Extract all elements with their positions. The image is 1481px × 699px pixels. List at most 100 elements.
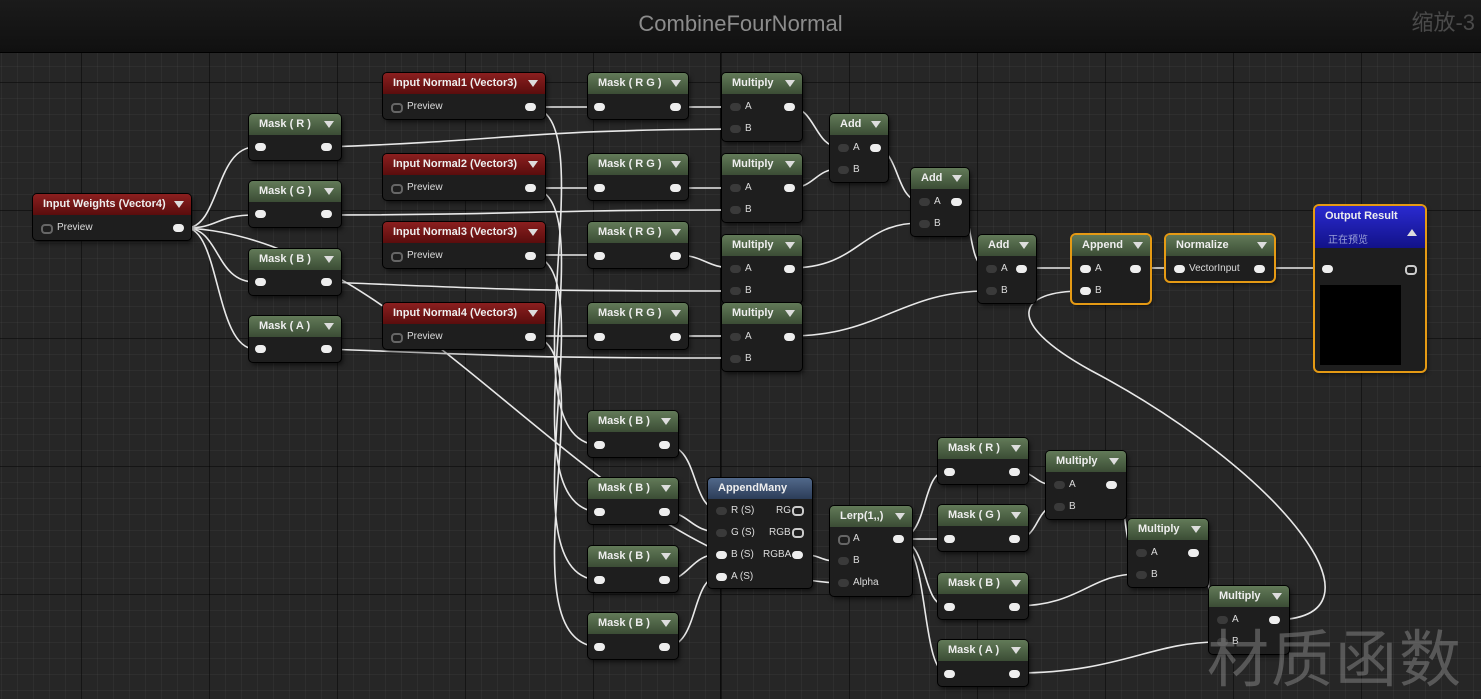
- input-pin-b[interactable]: [986, 287, 997, 295]
- collapse-arrow-icon[interactable]: [1011, 512, 1021, 519]
- collapse-arrow-icon[interactable]: [1191, 526, 1201, 533]
- output-pin[interactable]: [321, 210, 332, 218]
- collapse-arrow-icon[interactable]: [1011, 445, 1021, 452]
- output-pin[interactable]: [1405, 265, 1417, 275]
- input-pin[interactable]: [255, 143, 266, 151]
- mask-rg-node[interactable]: Mask ( R G ): [588, 303, 688, 349]
- add-node[interactable]: Add A B: [830, 114, 888, 182]
- collapse-arrow-icon[interactable]: [661, 620, 671, 627]
- input-pin-b[interactable]: [716, 551, 727, 559]
- collapse-arrow-icon[interactable]: [871, 121, 881, 128]
- input-normal2-node[interactable]: Input Normal2 (Vector3) Preview: [383, 154, 545, 200]
- mask-r-node[interactable]: Mask ( R ): [938, 438, 1028, 484]
- input-pin-a[interactable]: [838, 535, 850, 545]
- input-pin[interactable]: [255, 210, 266, 218]
- input-pin[interactable]: [944, 603, 955, 611]
- input-pin-b[interactable]: [730, 206, 741, 214]
- collapse-arrow-icon[interactable]: [895, 513, 905, 520]
- output-pin[interactable]: [525, 184, 536, 192]
- mask-b-node[interactable]: Mask ( B ): [938, 573, 1028, 619]
- output-pin[interactable]: [1254, 265, 1265, 273]
- collapse-arrow-icon[interactable]: [785, 242, 795, 249]
- output-pin-rgb[interactable]: [792, 528, 804, 538]
- mask-a-node[interactable]: Mask ( A ): [249, 316, 341, 362]
- mask-b-node[interactable]: Mask ( B ): [249, 249, 341, 295]
- multiply-node[interactable]: Multiply A B: [722, 303, 802, 371]
- input-pin[interactable]: [594, 643, 605, 651]
- input-pin-g[interactable]: [716, 529, 727, 537]
- input-pin-a[interactable]: [986, 265, 997, 273]
- input-pin[interactable]: [1174, 265, 1185, 273]
- output-pin[interactable]: [784, 184, 795, 192]
- collapse-arrow-icon[interactable]: [1011, 647, 1021, 654]
- input-pin[interactable]: [594, 184, 605, 192]
- mask-a-node[interactable]: Mask ( A ): [938, 640, 1028, 686]
- input-pin-b[interactable]: [1054, 503, 1065, 511]
- mask-b-node[interactable]: Mask ( B ): [588, 411, 678, 457]
- preview-toggle-pin[interactable]: [391, 103, 403, 113]
- collapse-arrow-icon[interactable]: [324, 188, 334, 195]
- output-pin-rg[interactable]: [792, 506, 804, 516]
- input-pin[interactable]: [594, 576, 605, 584]
- input-pin-a[interactable]: [1080, 265, 1091, 273]
- input-pin[interactable]: [255, 278, 266, 286]
- input-pin-a[interactable]: [716, 573, 727, 581]
- collapse-arrow-icon[interactable]: [785, 80, 795, 87]
- multiply-node[interactable]: Multiply A B: [1128, 519, 1208, 587]
- input-pin-a[interactable]: [730, 103, 741, 111]
- output-pin[interactable]: [893, 535, 904, 543]
- collapse-arrow-icon[interactable]: [324, 256, 334, 263]
- output-pin[interactable]: [1009, 603, 1020, 611]
- output-pin[interactable]: [321, 345, 332, 353]
- input-pin-b[interactable]: [919, 220, 930, 228]
- input-pin-b[interactable]: [1136, 571, 1147, 579]
- output-pin[interactable]: [659, 643, 670, 651]
- mask-rg-node[interactable]: Mask ( R G ): [588, 222, 688, 268]
- output-pin[interactable]: [670, 103, 681, 111]
- input-pin[interactable]: [944, 468, 955, 476]
- mask-b-node[interactable]: Mask ( B ): [588, 478, 678, 524]
- input-weights-node[interactable]: Input Weights (Vector4) Preview: [33, 194, 191, 240]
- output-pin[interactable]: [321, 278, 332, 286]
- mask-rg-node[interactable]: Mask ( R G ): [588, 73, 688, 119]
- add-node[interactable]: Add A B: [911, 168, 969, 236]
- collapse-arrow-icon[interactable]: [1257, 242, 1267, 249]
- output-pin[interactable]: [784, 265, 795, 273]
- collapse-arrow-icon[interactable]: [1407, 229, 1417, 236]
- input-pin-a[interactable]: [730, 265, 741, 273]
- input-pin-a[interactable]: [919, 198, 930, 206]
- mask-g-node[interactable]: Mask ( G ): [249, 181, 341, 227]
- input-pin-alpha[interactable]: [838, 579, 849, 587]
- input-pin-a[interactable]: [838, 144, 849, 152]
- mask-b-node[interactable]: Mask ( B ): [588, 546, 678, 592]
- input-pin[interactable]: [594, 252, 605, 260]
- output-pin[interactable]: [870, 144, 881, 152]
- input-normal1-node[interactable]: Input Normal1 (Vector3) Preview: [383, 73, 545, 119]
- output-pin[interactable]: [670, 252, 681, 260]
- preview-toggle-pin[interactable]: [391, 333, 403, 343]
- output-pin[interactable]: [784, 333, 795, 341]
- add-node[interactable]: Add A B: [978, 235, 1036, 303]
- output-pin[interactable]: [1009, 670, 1020, 678]
- multiply-node[interactable]: Multiply A B: [722, 154, 802, 222]
- input-pin-a[interactable]: [1136, 549, 1147, 557]
- mask-g-node[interactable]: Mask ( G ): [938, 505, 1028, 551]
- collapse-arrow-icon[interactable]: [1019, 242, 1029, 249]
- collapse-arrow-icon[interactable]: [324, 323, 334, 330]
- normalize-node[interactable]: Normalize VectorInput: [1166, 235, 1274, 281]
- multiply-node[interactable]: Multiply A B: [722, 235, 802, 303]
- collapse-arrow-icon[interactable]: [671, 229, 681, 236]
- append-node[interactable]: Append A B: [1072, 235, 1150, 303]
- collapse-arrow-icon[interactable]: [528, 80, 538, 87]
- output-pin[interactable]: [659, 576, 670, 584]
- output-pin[interactable]: [670, 184, 681, 192]
- output-pin[interactable]: [173, 224, 184, 232]
- input-pin[interactable]: [594, 441, 605, 449]
- output-pin[interactable]: [670, 333, 681, 341]
- output-result-node[interactable]: Output Result 正在预览: [1315, 206, 1425, 371]
- output-pin[interactable]: [1009, 468, 1020, 476]
- preview-toggle-pin[interactable]: [41, 224, 53, 234]
- preview-toggle-pin[interactable]: [391, 252, 403, 262]
- input-pin-b[interactable]: [730, 355, 741, 363]
- input-pin[interactable]: [594, 103, 605, 111]
